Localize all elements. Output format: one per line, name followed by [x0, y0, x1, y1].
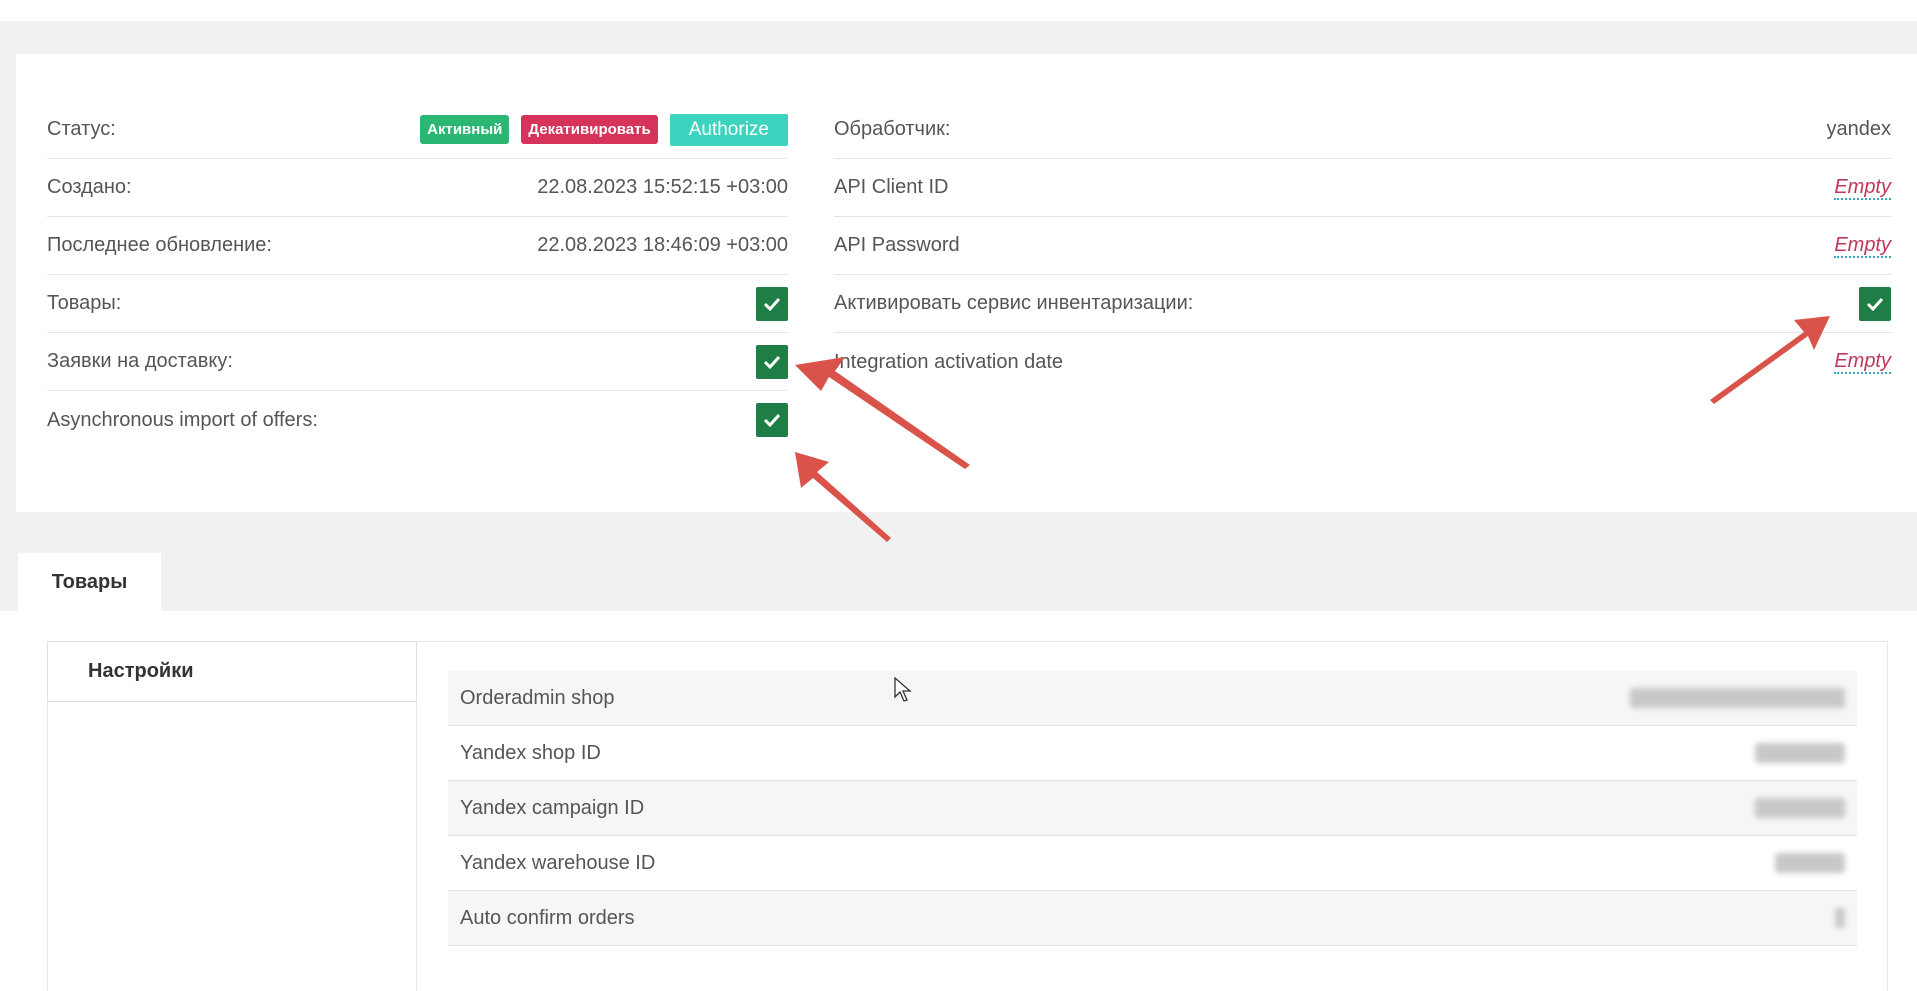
updated-label: Последнее обновление:	[47, 234, 272, 256]
top-bar	[0, 0, 1917, 21]
table-row: Yandex warehouse ID	[448, 836, 1857, 891]
api-client-row: API Client ID Empty	[834, 159, 1891, 217]
checkmark-icon	[763, 413, 781, 427]
info-left-column: Статус: Активный Декативировать Authoriz…	[47, 101, 788, 449]
subnav-divider	[416, 701, 417, 991]
status-label: Статус:	[47, 118, 116, 140]
async-import-label: Asynchronous import of offers:	[47, 408, 318, 431]
integration-date-row: Integration activation date Empty	[834, 333, 1891, 391]
api-password-value-editable[interactable]: Empty	[1834, 234, 1891, 258]
authorize-button[interactable]: Authorize	[669, 113, 788, 146]
products-checkbox[interactable]	[756, 286, 788, 321]
async-import-row: Asynchronous import of offers:	[47, 391, 788, 449]
products-row: Товары:	[47, 275, 788, 333]
created-row: Создано: 22.08.2023 15:52:15 +03:00	[47, 159, 788, 217]
delivery-row: Заявки на доставку:	[47, 333, 788, 391]
table-row: Auto confirm orders	[448, 891, 1857, 946]
updated-row: Последнее обновление: 22.08.2023 18:46:0…	[47, 217, 788, 275]
redacted-value[interactable]	[1755, 743, 1845, 763]
row-label-auto-confirm-orders: Auto confirm orders	[460, 906, 635, 929]
row-label-yandex-warehouse-id: Yandex warehouse ID	[460, 851, 656, 874]
table-row: Yandex shop ID	[448, 726, 1857, 781]
delivery-label: Заявки на доставку:	[47, 350, 233, 372]
status-badges: Активный Декативировать Authorize	[420, 113, 788, 146]
row-label-yandex-shop-id: Yandex shop ID	[460, 741, 601, 764]
deactivate-button[interactable]: Декативировать	[521, 115, 658, 144]
row-label-yandex-campaign-id: Yandex campaign ID	[460, 796, 645, 819]
subnav-settings[interactable]: Настройки	[47, 641, 417, 702]
inventory-checkbox[interactable]	[1859, 286, 1891, 321]
status-row: Статус: Активный Декативировать Authoriz…	[47, 101, 788, 159]
row-label-orderadmin-shop: Orderadmin shop	[460, 686, 615, 709]
redacted-value[interactable]	[1755, 798, 1845, 818]
handler-row: Обработчик: yandex	[834, 101, 1891, 159]
api-password-label: API Password	[834, 234, 960, 256]
api-password-row: API Password Empty	[834, 217, 1891, 275]
updated-value: 22.08.2023 18:46:09 +03:00	[537, 234, 788, 256]
redacted-value[interactable]	[1630, 688, 1845, 708]
mouse-cursor-icon	[894, 677, 912, 702]
inventory-label: Активировать сервис инвентаризации:	[834, 292, 1194, 314]
table-row: Yandex campaign ID	[448, 781, 1857, 836]
checkmark-icon	[1866, 297, 1884, 311]
api-client-label: API Client ID	[834, 176, 949, 198]
redacted-value[interactable]	[1835, 908, 1845, 928]
redacted-value[interactable]	[1775, 853, 1845, 873]
created-value: 22.08.2023 15:52:15 +03:00	[537, 176, 788, 198]
info-right-column: Обработчик: yandex API Client ID Empty A…	[834, 101, 1891, 391]
checkmark-icon	[763, 355, 781, 369]
delivery-checkbox[interactable]	[756, 344, 788, 379]
created-label: Создано:	[47, 176, 132, 198]
integration-date-value-editable[interactable]: Empty	[1834, 350, 1891, 374]
tab-products[interactable]: Товары	[18, 553, 161, 611]
products-label: Товары:	[47, 292, 122, 314]
api-client-value-editable[interactable]: Empty	[1834, 176, 1891, 200]
settings-table: Orderadmin shop Yandex shop ID Yandex ca…	[448, 671, 1857, 946]
table-row: Orderadmin shop	[448, 671, 1857, 726]
integration-date-label: Integration activation date	[834, 350, 1064, 373]
inventory-row: Активировать сервис инвентаризации:	[834, 275, 1891, 333]
status-badge-active: Активный	[420, 115, 510, 144]
handler-label: Обработчик:	[834, 118, 951, 140]
async-import-checkbox[interactable]	[756, 403, 788, 437]
checkmark-icon	[763, 297, 781, 311]
handler-value: yandex	[1826, 118, 1892, 140]
